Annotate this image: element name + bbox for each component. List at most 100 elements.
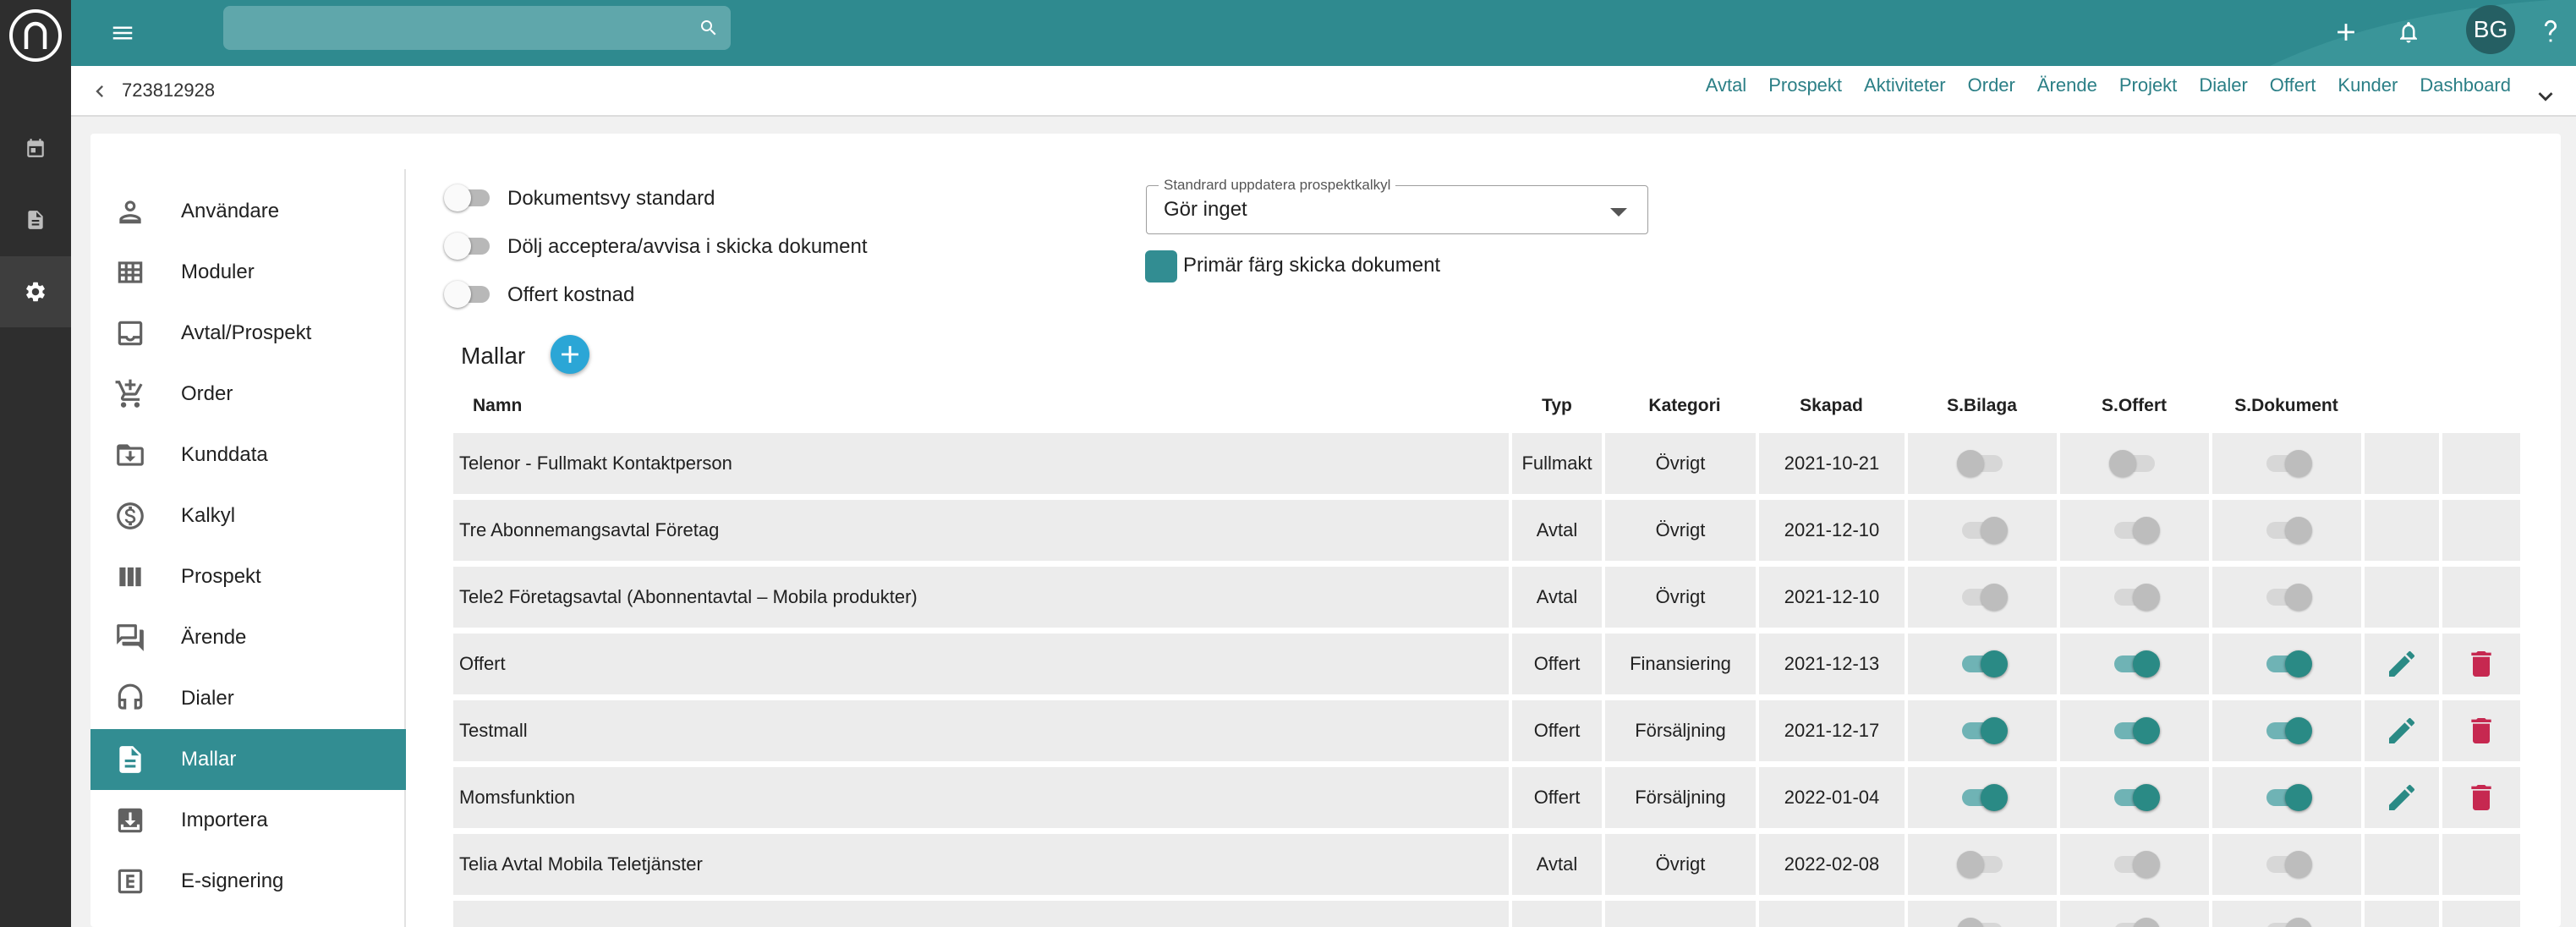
notification-bell-icon[interactable]: [2387, 10, 2431, 54]
user-avatar[interactable]: BG: [2466, 5, 2515, 54]
toggle-s-offert[interactable]: [2109, 717, 2160, 744]
settings-gear-icon[interactable]: [0, 256, 71, 327]
cell-s-offert: [2060, 634, 2209, 694]
cell-created: 2021-12-13: [1759, 634, 1905, 694]
toggle-s-dokument[interactable]: [2261, 650, 2312, 677]
sidebar-item-importera[interactable]: Importera: [90, 790, 406, 851]
column-header-kategori[interactable]: Kategori: [1609, 396, 1761, 416]
cell-edit: [2365, 567, 2439, 628]
nav-link-avtal[interactable]: Avtal: [1695, 73, 1758, 98]
calendar-icon[interactable]: [0, 112, 71, 184]
nav-link-arende[interactable]: Ärende: [2026, 73, 2108, 98]
sidebar-item-prospekt[interactable]: Prospekt: [90, 546, 406, 607]
cell-s-dokument: [2212, 500, 2361, 561]
cell-name: Telia Avtal Mobila Teletjänster: [453, 834, 1509, 895]
nav-link-dashboard[interactable]: Dashboard: [2409, 73, 2522, 98]
table-row: Tre Abonnemangsavtal Företag Avtal Övrigt 2…: [453, 500, 2522, 561]
nav-link-projekt[interactable]: Projekt: [2108, 73, 2188, 98]
toggle-s-bilaga: [1957, 450, 2008, 477]
toggle-s-dokument[interactable]: [2261, 717, 2312, 744]
cell-type: Fullmakt: [1512, 433, 1602, 494]
toggle-dolj-acceptera[interactable]: [444, 233, 495, 260]
cart-icon: [112, 376, 148, 412]
delete-trash-icon[interactable]: [2464, 781, 2498, 815]
prospect-calc-select[interactable]: Standrard uppdatera prospektkalkyl Gör i…: [1146, 177, 1648, 234]
cell-edit: [2365, 433, 2439, 494]
cell-created: 2022-01-04: [1759, 767, 1905, 828]
toggle-s-bilaga[interactable]: [1957, 784, 2008, 811]
sidebar-item-label: Användare: [181, 200, 280, 222]
cell-s-bilaga: [1908, 433, 2057, 494]
sidebar-item-kalkyl[interactable]: Kalkyl: [90, 485, 406, 546]
sidebar-item-avtal-prospekt[interactable]: Avtal/Prospekt: [90, 303, 406, 364]
document-icon[interactable]: [0, 184, 71, 255]
delete-trash-icon[interactable]: [2464, 647, 2498, 681]
nav-link-offert[interactable]: Offert: [2259, 73, 2327, 98]
toggle-s-offert[interactable]: [2109, 650, 2160, 677]
add-icon[interactable]: [2324, 10, 2368, 54]
column-header-typ[interactable]: Typ: [1510, 396, 1603, 416]
cell-s-bilaga: [1908, 500, 2057, 561]
sidebar-item-label: Ärende: [181, 626, 247, 649]
delete-trash-icon[interactable]: [2464, 714, 2498, 748]
templates-title: Mallar: [461, 343, 526, 369]
search-bar[interactable]: [223, 6, 731, 50]
sidebar-item-mallar[interactable]: Mallar: [90, 729, 406, 790]
toggle-s-dokument[interactable]: [2261, 784, 2312, 811]
back-arrow-icon[interactable]: [85, 76, 115, 107]
toggle-s-offert: [2109, 517, 2160, 544]
nav-link-prospekt[interactable]: Prospekt: [1757, 73, 1853, 98]
primary-color-checkbox[interactable]: [1145, 250, 1177, 282]
table-row: Tele2 Företagsavtal (Abonnentavtal – Mob…: [453, 567, 2522, 628]
record-id: 723812928: [122, 80, 216, 101]
toggle-s-offert[interactable]: [2109, 784, 2160, 811]
toggle-s-bilaga[interactable]: [1957, 650, 2008, 677]
help-icon[interactable]: [2529, 10, 2573, 54]
cell-delete: [2442, 567, 2520, 628]
toggle-s-bilaga[interactable]: [1957, 717, 2008, 744]
nav-link-order[interactable]: Order: [1957, 73, 2026, 98]
column-header-s-offert[interactable]: S.Offert: [2060, 396, 2208, 416]
sidebar-item-kunddata[interactable]: Kunddata: [90, 425, 406, 485]
primary-color-label: Primär färg skicka dokument: [1183, 254, 1441, 277]
archive-icon: [112, 437, 148, 473]
search-icon[interactable]: [699, 18, 719, 38]
column-header-s-dokument[interactable]: S.Dokument: [2212, 396, 2360, 416]
nav-link-dialer[interactable]: Dialer: [2188, 73, 2258, 98]
menu-icon[interactable]: [103, 14, 142, 52]
chevron-down-icon[interactable]: [2529, 80, 2562, 113]
edit-pencil-icon[interactable]: [2385, 647, 2419, 681]
cell-category: Övrigt: [1605, 834, 1756, 895]
table-row: Telenor - Fullmakt Kontaktperson Fullmakt…: [453, 433, 2522, 494]
cell-name: Testmall: [453, 700, 1509, 761]
sidebar-item-moduler[interactable]: Moduler: [90, 242, 406, 303]
settings-sidebar: Användare Moduler Avtal/Prospekt Order K…: [90, 169, 406, 927]
toggle-dokumentsvy-standard[interactable]: [444, 184, 495, 211]
column-header-skapad[interactable]: Skapad: [1757, 396, 1905, 416]
toggle-s-offert: [2109, 584, 2160, 611]
toggle-s-bilaga: [1957, 918, 2008, 927]
toggle-offert-kostnad[interactable]: [444, 281, 495, 308]
app-logo-icon[interactable]: [7, 7, 64, 64]
toggle-s-offert: [2109, 851, 2160, 878]
sidebar-item-order[interactable]: Order: [90, 364, 406, 425]
column-header-s-bilaga[interactable]: S.Bilaga: [1908, 396, 2056, 416]
document-icon: [112, 742, 148, 777]
add-template-button[interactable]: [551, 335, 589, 374]
sidebar-item-anvandare[interactable]: Användare: [90, 181, 406, 242]
sidebar-item-e-signering[interactable]: E-signering: [90, 851, 406, 912]
cell-created: [1759, 901, 1905, 927]
edit-pencil-icon[interactable]: [2385, 781, 2419, 815]
sidebar-item-dialer[interactable]: Dialer: [90, 668, 406, 729]
sidebar-item-label: Moduler: [181, 261, 255, 283]
sidebar-item-arende[interactable]: Ärende: [90, 607, 406, 668]
edit-pencil-icon[interactable]: [2385, 714, 2419, 748]
cell-s-dokument: [2212, 567, 2361, 628]
record-nav-links: Avtal Prospekt Aktiviteter Order Ärende …: [1695, 66, 2522, 117]
nav-link-kunder[interactable]: Kunder: [2327, 73, 2409, 98]
sidebar-item-label: E-signering: [181, 869, 284, 892]
cell-name: Momsfunktion: [453, 767, 1509, 828]
nav-link-aktiviteter[interactable]: Aktiviteter: [1853, 73, 1957, 98]
column-header-namn[interactable]: Namn: [473, 396, 522, 416]
cell-category: Finansiering: [1605, 634, 1756, 694]
